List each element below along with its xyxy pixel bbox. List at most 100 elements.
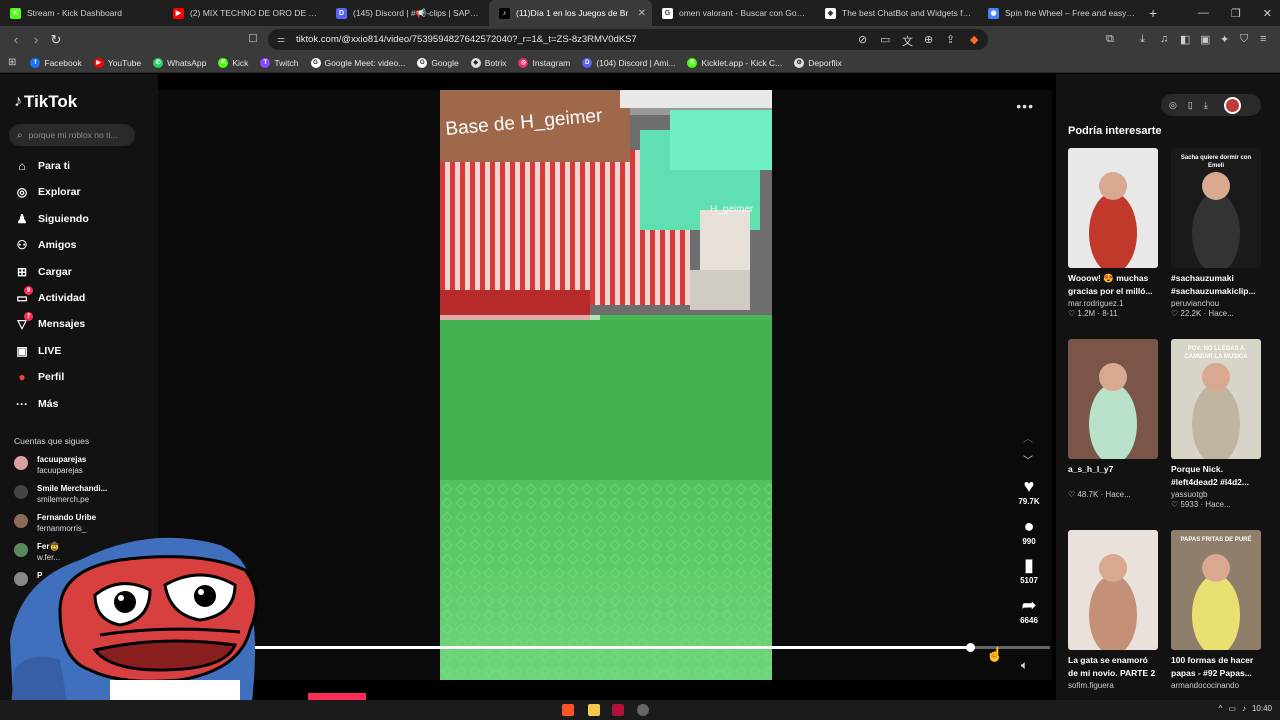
- close-window-icon[interactable]: ✕: [1263, 7, 1272, 20]
- bookmark-item[interactable]: ◎ Instagram: [518, 57, 570, 68]
- recommended-video-card[interactable]: Wooow! 😍 muchas gracias por el milló... m…: [1068, 148, 1160, 318]
- maximize-icon[interactable]: ❐: [1231, 7, 1241, 20]
- volume-icon[interactable]: 🔈︎: [1021, 658, 1028, 673]
- sidebar-item-parati[interactable]: ⌂ Para ti: [14, 158, 70, 174]
- browser-tab[interactable]: ▶ (2) MIX TECHNO DE ORO DE 80's &: [163, 0, 326, 26]
- sidebar-item-mensajes[interactable]: ▽ 7 Mensajes: [14, 312, 85, 332]
- valorant-taskbar-icon[interactable]: [612, 704, 624, 716]
- sidebar-item-explorar[interactable]: ◎ Explorar: [14, 184, 81, 200]
- followed-account[interactable]: Smile Merchandi... smilemerch.pe: [14, 483, 107, 505]
- phone-icon[interactable]: ▯: [1188, 100, 1193, 111]
- video-thumbnail[interactable]: POV: NO LLEGAS A CAMBIAR LA MUSICA: [1171, 339, 1261, 459]
- action-button[interactable]: ♥ 79.7K: [1014, 476, 1044, 506]
- bookmark-favicon-icon: K: [687, 57, 698, 68]
- bookmark-item[interactable]: G Google Meet: video...: [310, 57, 405, 68]
- video-player[interactable]: Base de H_geimer H_geimer •••: [158, 90, 1052, 680]
- video-author: armandococinando: [1171, 681, 1240, 690]
- new-tab-button[interactable]: +: [1149, 5, 1157, 21]
- action-button[interactable]: ➦ 6646: [1014, 595, 1044, 625]
- followed-account[interactable]: facuuparejas facuuparejas: [14, 454, 86, 476]
- share-page-icon[interactable]: ⇪: [946, 33, 955, 46]
- sidebar-item-cargar[interactable]: ⊞ Cargar: [14, 264, 72, 280]
- video-thumbnail[interactable]: [1068, 148, 1158, 268]
- video-thumbnail[interactable]: [1068, 339, 1158, 459]
- reload-icon[interactable]: ↻: [46, 32, 66, 48]
- bookmark-item[interactable]: ⚙ Deporflix: [794, 57, 842, 68]
- tray-clock[interactable]: 10:40: [1252, 704, 1272, 713]
- bookmark-star-icon[interactable]: ☐: [248, 32, 258, 45]
- video-thumbnail[interactable]: Sacha quiere dormir con Emeli: [1171, 148, 1261, 268]
- obs-taskbar-icon[interactable]: [637, 704, 649, 716]
- browser-tab[interactable]: ◆ The best ChatBot and Widgets for Ki: [815, 0, 978, 26]
- reader-icon[interactable]: ⊘: [858, 33, 867, 46]
- bookmark-item[interactable]: K Kick: [218, 57, 248, 68]
- video-thumbnail[interactable]: PAPAS FRITAS DE PURÉ: [1171, 530, 1261, 650]
- apps-grid-icon[interactable]: ⊞: [8, 57, 16, 68]
- menu-icon[interactable]: ≡: [1260, 33, 1266, 45]
- tray-chevron-icon[interactable]: ^: [1219, 704, 1223, 713]
- action-button[interactable]: ▮ 5107: [1014, 555, 1044, 585]
- more-options-icon[interactable]: •••: [1016, 98, 1034, 114]
- extensions-icon[interactable]: ⧉: [1106, 33, 1114, 46]
- progress-bar[interactable]: [250, 643, 1050, 652]
- cast-icon[interactable]: ▭: [880, 33, 890, 46]
- sidebar-item-actividad[interactable]: ▭ 9 Actividad: [14, 286, 85, 306]
- site-settings-icon[interactable]: ⚌: [277, 34, 285, 45]
- translate-icon[interactable]: 文: [902, 33, 913, 49]
- sidebar-item-perfil[interactable]: ● Perfil: [14, 369, 64, 385]
- browser-tab[interactable]: D (145) Discord | #📢-clips | SAPOLIC: [326, 0, 489, 26]
- leo-icon[interactable]: ✦: [1220, 33, 1229, 46]
- sidebar-item-ms[interactable]: ··· Más: [14, 396, 58, 412]
- bookmark-item[interactable]: ✆ WhatsApp: [153, 57, 206, 68]
- recommended-video-card[interactable]: Sacha quiere dormir con Emeli #sachauzuma…: [1171, 148, 1263, 318]
- tray-volume-icon[interactable]: ♪: [1242, 704, 1246, 713]
- recommended-video-card[interactable]: a_s_h_l_y7 ♡ 48.7K · Hace...: [1068, 339, 1160, 499]
- zoom-icon[interactable]: ⊕: [924, 33, 933, 46]
- previous-video-icon[interactable]: ︿: [1023, 430, 1033, 445]
- wallet-icon[interactable]: ▣: [1200, 33, 1210, 46]
- messages-icon: ▽ 7: [14, 312, 33, 332]
- video-frame[interactable]: Base de H_geimer H_geimer: [440, 90, 772, 680]
- recommended-video-card[interactable]: PAPAS FRITAS DE PURÉ 100 formas de hacer …: [1171, 530, 1263, 690]
- browser-tab[interactable]: K Stream - Kick Dashboard: [0, 0, 163, 26]
- sidebar-toggle-icon[interactable]: ◧: [1180, 33, 1190, 46]
- search-input[interactable]: ⌕ porque mi roblox no ti...: [9, 124, 135, 146]
- action-button[interactable]: ● 990: [1014, 516, 1044, 546]
- recommended-video-card[interactable]: POV: NO LLEGAS A CAMBIAR LA MUSICA Porque…: [1171, 339, 1263, 509]
- vpn-icon[interactable]: ⛉: [1240, 33, 1248, 46]
- user-avatar[interactable]: [1223, 96, 1241, 114]
- bookmark-label: Kicklet.app - Kick C...: [701, 57, 783, 68]
- sidebar-item-live[interactable]: ▣ LIVE: [14, 343, 61, 359]
- media-icon[interactable]: ♫: [1160, 33, 1168, 45]
- brave-shield-icon[interactable]: ◆: [970, 33, 978, 46]
- next-video-icon[interactable]: ﹀: [1023, 452, 1033, 467]
- sidebar-item-amigos[interactable]: ⚇ Amigos: [14, 237, 77, 253]
- download-icon[interactable]: ⤓: [1204, 100, 1208, 111]
- tab-close-icon[interactable]: ✕: [638, 8, 646, 19]
- browser-tab[interactable]: ◉ Spin the Wheel – Free and easy-to-u: [978, 0, 1141, 26]
- sidebar-item-siguiendo[interactable]: ♟ Siguiendo: [14, 211, 89, 227]
- back-icon[interactable]: ‹: [6, 32, 26, 47]
- account-name: Smile Merchandi...: [37, 484, 108, 493]
- forward-icon[interactable]: ›: [26, 32, 46, 47]
- brave-taskbar-icon[interactable]: [562, 704, 574, 716]
- progress-handle[interactable]: [966, 643, 975, 652]
- bookmark-item[interactable]: f Facebook: [30, 57, 82, 68]
- browser-tab[interactable]: Gomen valorant - Buscar con Google: [652, 0, 815, 26]
- bookmark-item[interactable]: T Twitch: [260, 57, 299, 68]
- bookmark-item[interactable]: ◆ Botrix: [470, 57, 506, 68]
- tiktok-logo[interactable]: ♪ TikTok: [14, 92, 77, 112]
- explore-icon[interactable]: ◎: [1169, 100, 1177, 111]
- minimize-icon[interactable]: —: [1198, 7, 1209, 19]
- bookmark-item[interactable]: K Kicklet.app - Kick C...: [687, 57, 783, 68]
- bookmark-item[interactable]: D (104) Discord | Ami...: [582, 57, 675, 68]
- recommended-video-card[interactable]: La gata se enamoró de mi novio. PARTE 2 s…: [1068, 530, 1160, 690]
- browser-tab[interactable]: ♪ (11)Día 1 en los Juegos de Br ✕: [489, 0, 652, 26]
- folder-taskbar-icon[interactable]: [588, 704, 600, 716]
- video-thumbnail[interactable]: [1068, 530, 1158, 650]
- bookmark-item[interactable]: G Google: [417, 57, 459, 68]
- downloads-icon[interactable]: ⤓: [1140, 33, 1145, 46]
- tray-wifi-icon[interactable]: ▭: [1228, 704, 1236, 713]
- bookmark-item[interactable]: ▶ YouTube: [93, 57, 141, 68]
- thumbnail-caption: POV: NO LLEGAS A CAMBIAR LA MUSICA: [1184, 346, 1248, 360]
